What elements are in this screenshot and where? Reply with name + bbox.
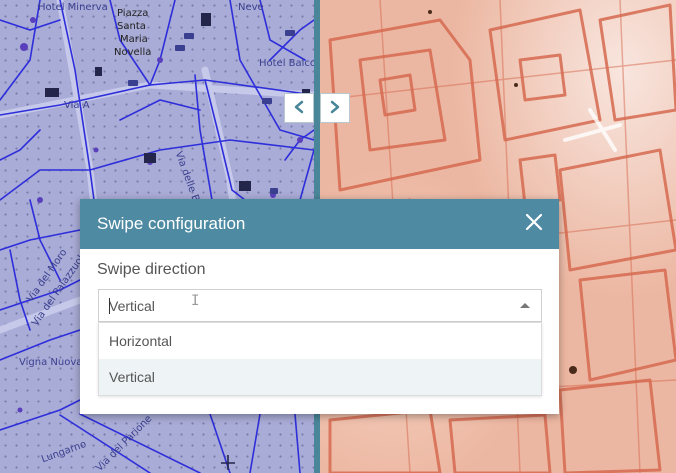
swipe-direction-select[interactable]: Vertical <box>98 289 542 322</box>
map-label-maria: Maria <box>120 34 148 45</box>
text-caret <box>109 298 110 314</box>
swipe-configuration-dialog: Swipe configuration Swipe direction Vert… <box>80 199 559 414</box>
map-label-novella: Novella <box>114 47 152 58</box>
dialog-title: Swipe configuration <box>97 214 246 233</box>
map-label-neve: Neve <box>238 2 264 13</box>
map-label-vigna-nuova: Vigna Nuova <box>19 357 83 368</box>
map-label-hotel-minerva: Hotel Minerva <box>38 2 108 13</box>
chevron-up-icon[interactable] <box>520 303 530 308</box>
chevron-right-icon <box>329 99 341 118</box>
swipe-direction-label: Swipe direction <box>97 261 206 278</box>
ibeam-cursor-icon: I <box>191 293 200 309</box>
swipe-right-button[interactable] <box>320 93 350 123</box>
select-value: Vertical <box>109 297 155 314</box>
option-horizontal[interactable]: Horizontal <box>99 323 541 359</box>
close-button[interactable] <box>509 199 559 249</box>
swipe-left-button[interactable] <box>284 93 314 123</box>
close-icon <box>525 213 543 235</box>
swipe-direction-options: Horizontal Vertical <box>98 322 542 396</box>
chevron-left-icon <box>293 99 305 118</box>
map-label-santa: Santa <box>117 21 146 32</box>
map-label-hotel-balco: Hotel Balco <box>259 58 314 69</box>
option-vertical[interactable]: Vertical <box>99 359 541 395</box>
map-label-piazza: Piazza <box>117 8 149 19</box>
map-label-via-a: Via A <box>64 100 90 111</box>
dialog-header: Swipe configuration <box>80 199 559 249</box>
